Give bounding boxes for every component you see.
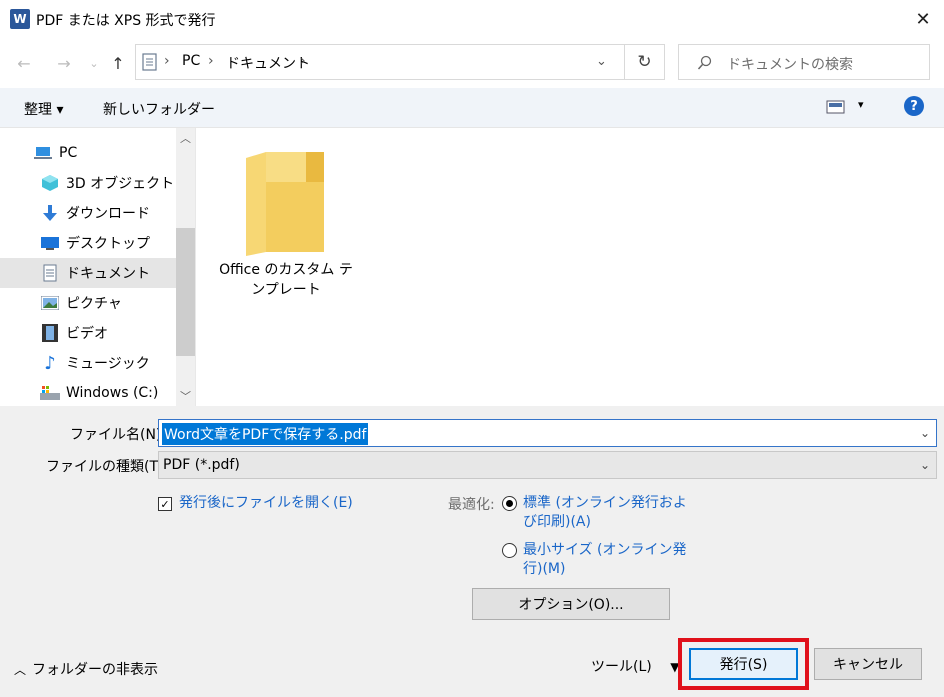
- desktop-icon: [40, 233, 60, 253]
- folder-item[interactable]: Office のカスタム テンプレート: [216, 148, 356, 308]
- breadcrumb-chevron-icon: ›: [208, 53, 214, 69]
- up-button[interactable]: ↑: [106, 50, 130, 76]
- nav-item-label: Windows (C:): [66, 385, 159, 401]
- filetype-value: PDF (*.pdf): [163, 457, 240, 473]
- command-toolbar: 整理 ▾ 新しいフォルダー ▾ ?: [0, 88, 944, 128]
- optimize-label: 最適化:: [448, 497, 495, 513]
- address-dropdown-icon[interactable]: ⌄: [596, 54, 607, 69]
- open-after-publish-checkbox[interactable]: ✓: [158, 497, 172, 511]
- scrollbar-thumb[interactable]: [176, 228, 195, 356]
- optimize-standard-label-2[interactable]: び印刷)(A): [523, 512, 591, 533]
- view-dropdown-icon: ▾: [858, 98, 864, 111]
- optimize-minimum-label-2[interactable]: 行)(M): [523, 559, 565, 580]
- breadcrumb-documents[interactable]: ドキュメント: [226, 53, 310, 73]
- hide-folders-label: フォルダーの非表示: [32, 662, 159, 678]
- nav-item-pc[interactable]: PC: [0, 138, 176, 168]
- close-button[interactable]: ✕: [904, 0, 942, 38]
- title-bar: W PDF または XPS 形式で発行 ✕: [0, 0, 944, 38]
- up-arrow-icon: ↑: [111, 53, 125, 73]
- file-list: Office のカスタム テンプレート: [196, 128, 944, 406]
- breadcrumb-chevron-icon: ›: [164, 53, 170, 69]
- nav-item-label: ドキュメント: [66, 266, 150, 282]
- back-arrow-icon: ←: [17, 53, 31, 73]
- folder-name: Office のカスタム テンプレート: [219, 262, 353, 298]
- nav-item-label: ビデオ: [66, 326, 108, 342]
- documents-icon: [40, 263, 60, 283]
- forward-button[interactable]: →: [52, 50, 76, 76]
- filetype-label: ファイルの種類(T):: [46, 459, 169, 475]
- video-icon: [40, 323, 60, 343]
- search-icon: [697, 55, 712, 70]
- refresh-icon: ↻: [637, 52, 652, 72]
- checkmark-icon: ✓: [160, 497, 170, 511]
- nav-item-3d-objects[interactable]: 3D オブジェクト: [0, 168, 176, 198]
- help-button[interactable]: ?: [904, 96, 924, 116]
- filename-field[interactable]: Word文章をPDFで保存する.pdf ⌄: [158, 419, 937, 447]
- publish-button[interactable]: 発行(S): [689, 648, 798, 680]
- pictures-icon: [40, 293, 60, 313]
- nav-item-label: PC: [59, 145, 78, 161]
- hide-folders-toggle[interactable]: ︿ フォルダーの非表示: [14, 659, 158, 679]
- filename-value[interactable]: Word文章をPDFで保存する.pdf: [162, 423, 369, 445]
- address-bar[interactable]: › PC › ドキュメント › ⌄: [135, 44, 625, 80]
- nav-item-label: ミュージック: [66, 356, 150, 372]
- nav-item-label: デスクトップ: [66, 236, 150, 252]
- folder-icon: [246, 152, 324, 256]
- organize-button[interactable]: 整理 ▾: [24, 99, 63, 119]
- recent-locations-button[interactable]: ⌄: [82, 50, 106, 76]
- breadcrumb-chevron-icon: ›: [300, 53, 306, 69]
- nav-item-downloads[interactable]: ダウンロード: [0, 198, 176, 228]
- music-icon: ♪: [44, 352, 56, 374]
- chevron-down-icon: ⌄: [919, 458, 930, 472]
- tools-button[interactable]: ツール(L) ▼: [591, 656, 679, 676]
- cancel-button[interactable]: キャンセル: [814, 648, 922, 680]
- filename-label: ファイル名(N):: [70, 427, 167, 443]
- view-icon: [826, 100, 845, 114]
- back-button[interactable]: ←: [12, 50, 36, 76]
- nav-item-documents[interactable]: ドキュメント: [0, 258, 176, 288]
- nav-item-label: ダウンロード: [66, 206, 150, 222]
- 3d-objects-icon: [40, 173, 60, 193]
- save-options-panel: ファイル名(N): Word文章をPDFで保存する.pdf ⌄ ファイルの種類(…: [0, 406, 944, 697]
- open-after-publish-label[interactable]: 発行後にファイルを開く(E): [179, 493, 353, 514]
- breadcrumb-pc[interactable]: PC: [182, 53, 200, 69]
- documents-location-icon: [142, 53, 157, 71]
- nav-item-pictures[interactable]: ピクチャ: [0, 288, 176, 318]
- chevron-down-icon: ⌄: [89, 56, 99, 70]
- search-input[interactable]: ドキュメントの検索: [678, 44, 930, 80]
- nav-item-videos[interactable]: ビデオ: [0, 318, 176, 348]
- optimize-minimum-radio[interactable]: [502, 543, 517, 558]
- search-placeholder: ドキュメントの検索: [727, 57, 853, 73]
- nav-item-label: ピクチャ: [66, 296, 122, 312]
- forward-arrow-icon: →: [57, 53, 71, 73]
- chevron-up-icon: ︿: [14, 662, 27, 677]
- nav-item-music[interactable]: ♪ ミュージック: [0, 348, 176, 378]
- help-icon: ?: [910, 98, 918, 114]
- pc-icon: [33, 143, 53, 163]
- optimize-standard-radio[interactable]: [502, 496, 517, 511]
- view-options-button[interactable]: ▾: [826, 98, 864, 118]
- chevron-down-icon[interactable]: ⌄: [920, 426, 930, 440]
- scroll-down-arrow-icon[interactable]: ﹀: [176, 386, 195, 406]
- tools-label: ツール(L): [591, 659, 652, 675]
- window-title: PDF または XPS 形式で発行: [36, 13, 216, 29]
- download-icon: [40, 203, 60, 223]
- radio-selected-dot: [506, 500, 513, 507]
- optimize-minimum-label-1[interactable]: 最小サイズ (オンライン発: [523, 540, 687, 561]
- nav-item-windows-drive[interactable]: Windows (C:): [0, 378, 176, 406]
- nav-scrollbar[interactable]: ︿ ﹀: [176, 128, 195, 406]
- new-folder-button[interactable]: 新しいフォルダー: [103, 99, 215, 119]
- nav-item-label: 3D オブジェクト: [66, 176, 175, 192]
- optimize-standard-label-1[interactable]: 標準 (オンライン発行およ: [523, 493, 687, 514]
- refresh-button[interactable]: ↻: [625, 44, 665, 80]
- options-button[interactable]: オプション(O)...: [472, 588, 670, 620]
- drive-icon: [40, 383, 60, 403]
- nav-item-desktop[interactable]: デスクトップ: [0, 228, 176, 258]
- scroll-up-arrow-icon[interactable]: ︿: [176, 128, 195, 148]
- navigation-pane: PC 3D オブジェクト ダウンロード デスクトップ ドキュメント ピクチャ ビ…: [0, 128, 196, 406]
- word-app-icon: W: [10, 9, 30, 29]
- filetype-select[interactable]: PDF (*.pdf) ⌄: [158, 451, 937, 479]
- close-icon: ✕: [915, 8, 931, 30]
